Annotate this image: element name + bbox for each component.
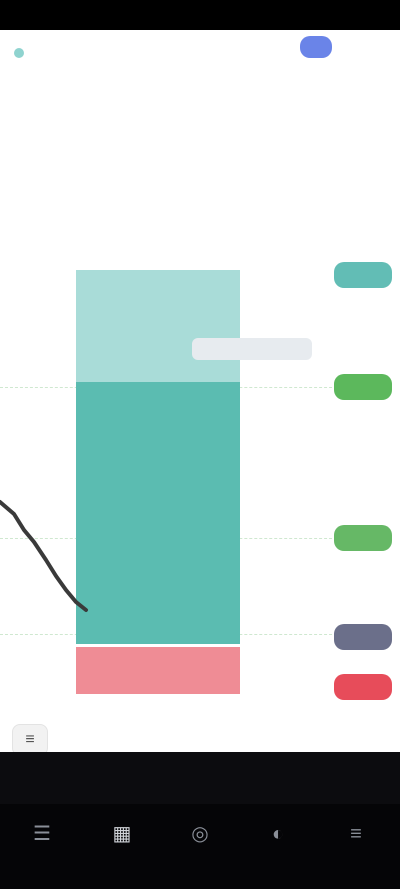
timeframe-toolbar xyxy=(0,752,400,804)
status-bar xyxy=(0,0,400,30)
price-tag-target xyxy=(334,262,392,288)
price-scale[interactable] xyxy=(334,30,400,750)
price-tag-stop xyxy=(334,674,392,700)
nav-item-watchlist[interactable]: ☰ xyxy=(12,822,72,850)
nav-item-explore[interactable]: ◎ xyxy=(170,822,230,850)
price-line xyxy=(0,500,88,612)
price-tag-mid xyxy=(334,525,392,551)
price-series-line xyxy=(0,500,88,612)
layers-icon: ≡ xyxy=(25,731,35,748)
nav-item-menu[interactable]: ≡ xyxy=(326,822,386,850)
price-tag-entry xyxy=(334,624,392,650)
menu-icon: ≡ xyxy=(350,823,362,845)
list-icon: ☰ xyxy=(33,823,51,845)
community-icon: ◐ xyxy=(271,823,285,845)
chart-icon: ▦ xyxy=(112,823,132,845)
nav-item-community[interactable]: ◐ xyxy=(248,822,308,850)
price-tag-upper xyxy=(334,374,392,400)
nav-item-chart[interactable]: ▦ xyxy=(92,822,152,850)
bottom-navigation: ☰ ▦ ◎ ◐ ≡ xyxy=(0,804,400,889)
explore-icon: ◎ xyxy=(191,823,209,845)
